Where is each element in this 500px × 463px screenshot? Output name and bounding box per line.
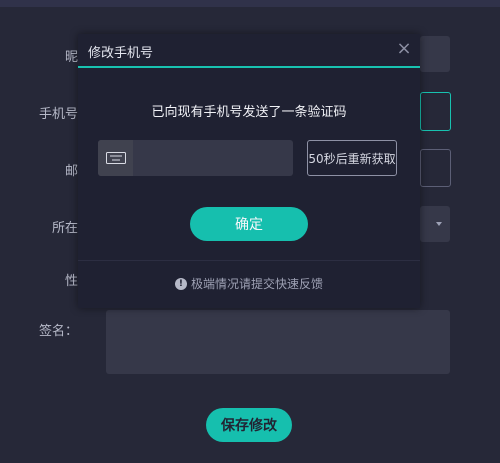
feedback-link[interactable]: ! 极端情况请提交快速反馈 [78, 275, 420, 292]
close-icon[interactable]: × [396, 39, 412, 59]
modal-title: 修改手机号 [88, 46, 154, 61]
save-button[interactable]: 保存修改 [206, 408, 292, 442]
verification-code-field [98, 140, 293, 176]
signature-label: 签名： [38, 324, 78, 339]
email-input[interactable] [420, 149, 451, 187]
email-label: 邮 [64, 164, 78, 179]
sent-message: 已向现有手机号发送了一条验证码 [151, 105, 347, 120]
location-select[interactable] [420, 206, 450, 242]
exclamation-circle-icon: ! [174, 277, 187, 290]
modal-header: 修改手机号 × [78, 34, 420, 68]
verification-code-input[interactable] [133, 140, 291, 176]
resend-code-button[interactable]: 50秒后重新获取 [307, 140, 397, 176]
nickname-input[interactable] [420, 36, 450, 72]
chevron-down-icon [436, 222, 442, 226]
feedback-text: 极端情况请提交快速反馈 [190, 277, 323, 291]
top-bar [0, 0, 500, 7]
nickname-label: 昵 [64, 50, 78, 65]
phone-label: 手机号 [38, 107, 78, 122]
modal-divider [78, 260, 420, 261]
phone-input[interactable] [420, 92, 451, 131]
keyboard-icon [98, 140, 133, 176]
location-label: 所在 [51, 221, 78, 236]
signature-textarea[interactable] [106, 310, 450, 374]
confirm-button[interactable]: 确定 [190, 207, 308, 241]
gender-label: 性 [64, 274, 78, 289]
change-phone-modal: 修改手机号 × 已向现有手机号发送了一条验证码 50秒后重新获取 确定 ! 极端… [78, 34, 420, 308]
